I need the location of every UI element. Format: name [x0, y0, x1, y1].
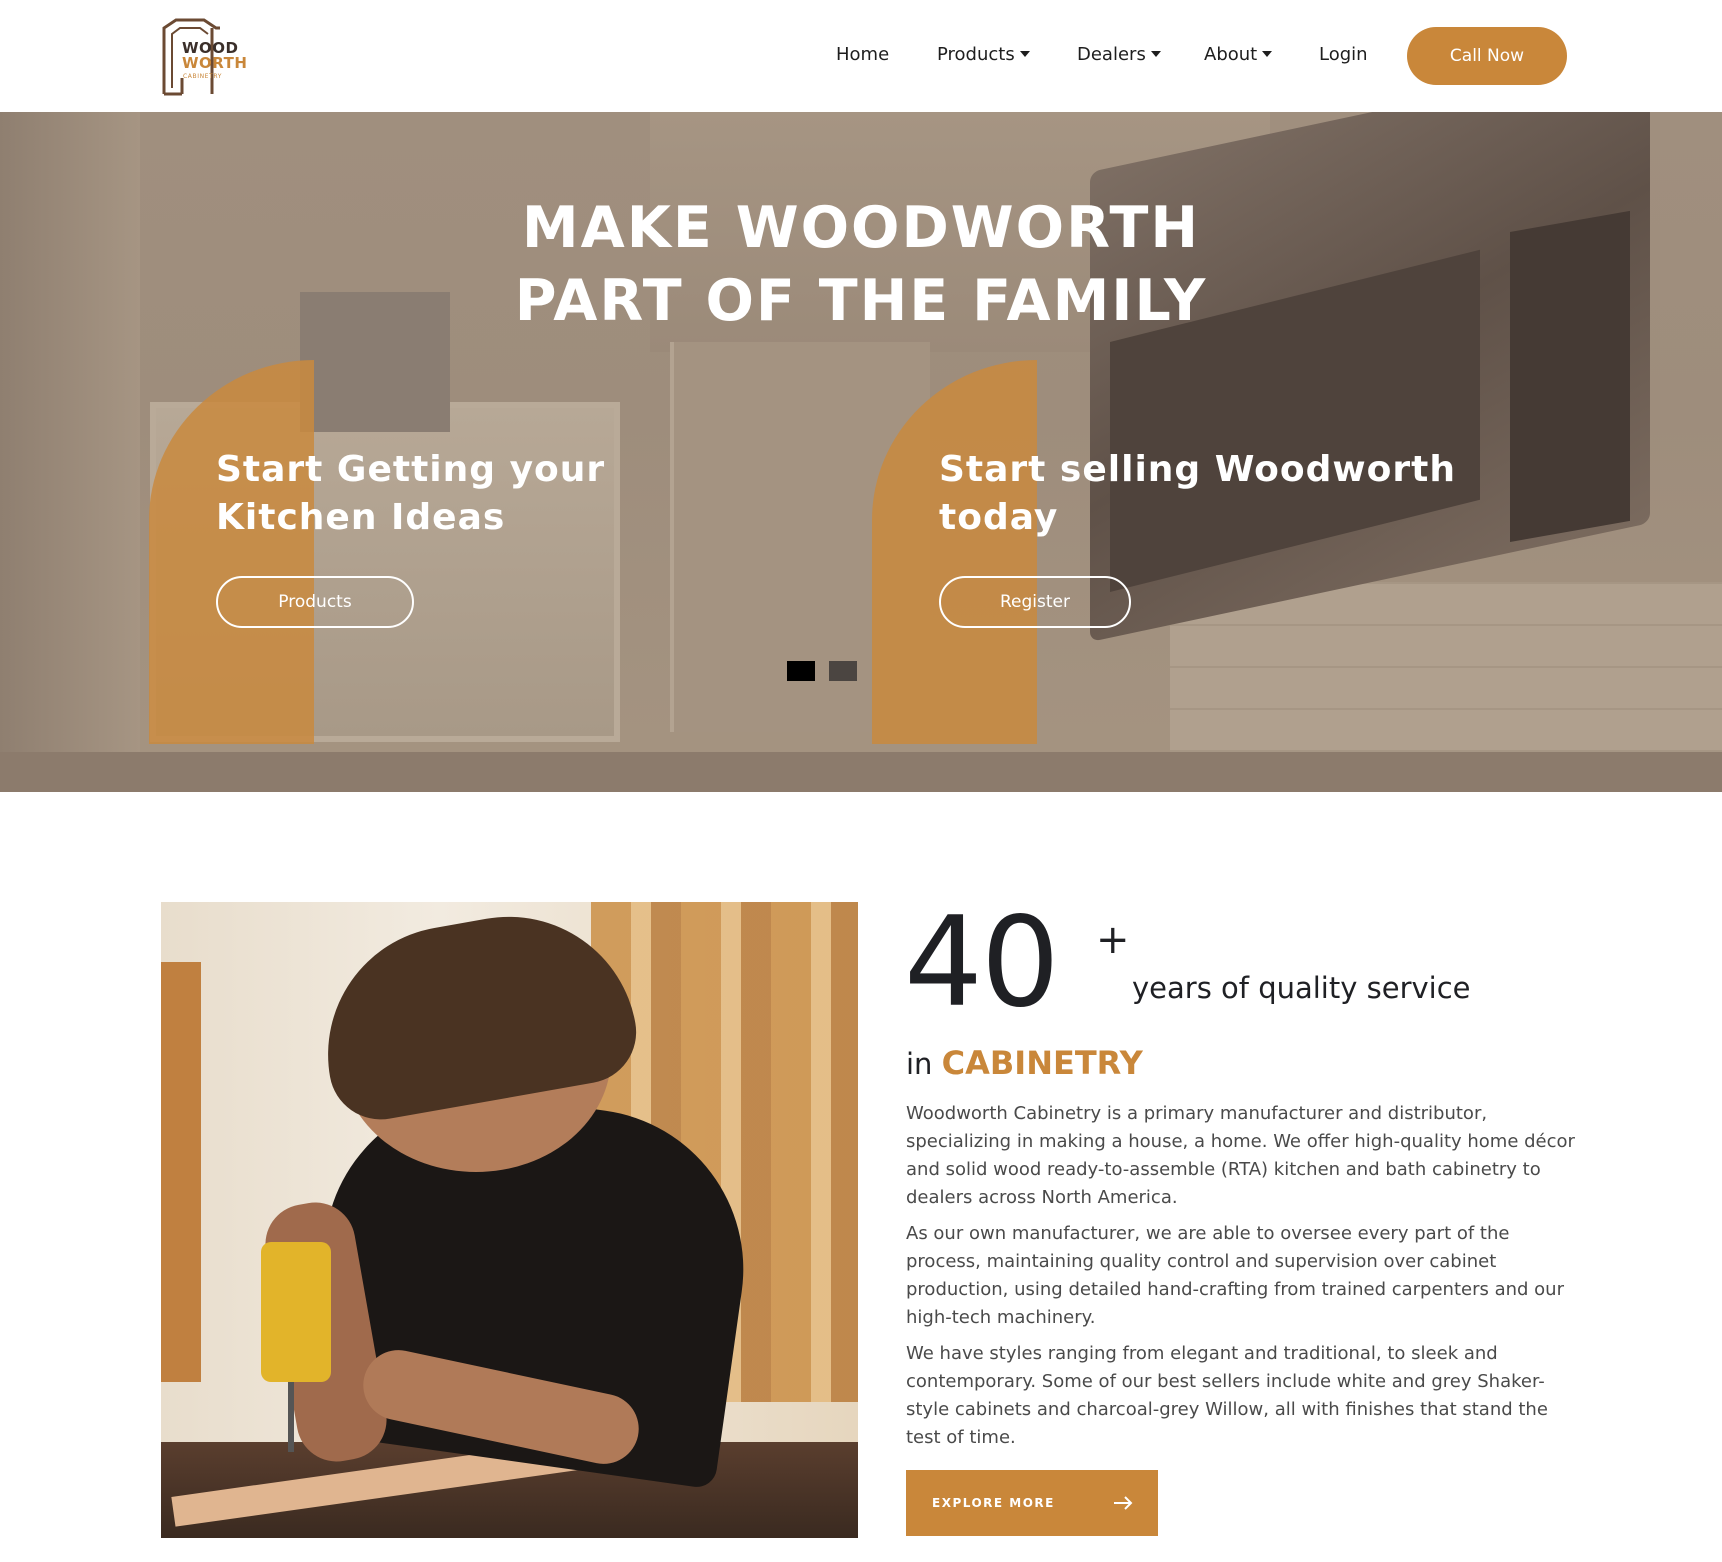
years-stat-number: 40	[904, 891, 1060, 1035]
nav-products[interactable]: Products	[937, 43, 1030, 67]
arrow-right-icon	[1114, 1496, 1133, 1510]
caret-down-icon	[1262, 51, 1273, 57]
site-header: WOOD WORTH CABINETRY Home Products Deale…	[0, 0, 1722, 112]
hero-banner: MAKE WOODWORTH PART OF THE FAMILY Start …	[0, 112, 1722, 792]
cta-right-title-line2: today	[939, 497, 1059, 538]
nav-login-label: Login	[1319, 44, 1368, 65]
nav-products-label: Products	[937, 44, 1015, 65]
photo-drill-bit	[288, 1382, 294, 1452]
cta-left-title-line2: Kitchen Ideas	[216, 497, 506, 538]
slider-dot[interactable]	[829, 661, 857, 681]
caret-down-icon	[1019, 51, 1030, 57]
years-stat-plus: +	[1096, 917, 1130, 963]
logo-text-worth: WORTH	[182, 54, 248, 72]
cabinetry-heading: in CABINETRY	[906, 1044, 1143, 1083]
cta-left-title-line1: Start Getting your	[216, 449, 606, 490]
carpenter-photo	[161, 902, 858, 1538]
nav-home[interactable]: Home	[836, 43, 889, 67]
caret-down-icon	[1150, 51, 1161, 57]
products-button[interactable]: Products	[216, 576, 414, 628]
hero-title-line1: MAKE WOODWORTH	[521, 195, 1201, 261]
nav-about-label: About	[1204, 44, 1258, 65]
register-button[interactable]: Register	[939, 576, 1131, 628]
call-now-label: Call Now	[1449, 46, 1525, 66]
nav-dealers-label: Dealers	[1077, 44, 1146, 65]
nav-home-label: Home	[836, 44, 890, 65]
slider-dot-active[interactable]	[787, 661, 815, 681]
about-paragraph-1: Woodworth Cabinetry is a primary manufac…	[906, 1103, 1575, 1208]
call-now-button[interactable]: Call Now	[1407, 27, 1567, 85]
register-button-label: Register	[1000, 592, 1070, 612]
cabinetry-heading-prefix: in	[906, 1047, 933, 1081]
products-button-label: Products	[278, 592, 352, 612]
nav-dealers[interactable]: Dealers	[1077, 43, 1161, 67]
logo[interactable]: WOOD WORTH CABINETRY	[160, 16, 252, 96]
about-paragraph-3: We have styles ranging from elegant and …	[906, 1343, 1548, 1448]
nav-login[interactable]: Login	[1319, 43, 1368, 67]
years-stat-label: years of quality service	[1132, 971, 1471, 1005]
nav-about[interactable]: About	[1204, 43, 1273, 67]
hero-title-line2: PART OF THE FAMILY	[514, 268, 1208, 334]
about-paragraph-2: As our own manufacturer, we are able to …	[906, 1223, 1564, 1328]
logo-text-cabinetry: CABINETRY	[183, 73, 222, 80]
explore-more-label: EXPLORE MORE	[932, 1496, 1055, 1510]
cabinetry-heading-accent: CABINETRY	[941, 1044, 1143, 1082]
photo-drill	[261, 1242, 331, 1382]
explore-more-button[interactable]: EXPLORE MORE	[906, 1470, 1158, 1536]
photo-shelf	[161, 962, 201, 1382]
hero-background-counter	[0, 752, 1722, 792]
cta-right-title-line1: Start selling Woodworth	[939, 449, 1456, 490]
